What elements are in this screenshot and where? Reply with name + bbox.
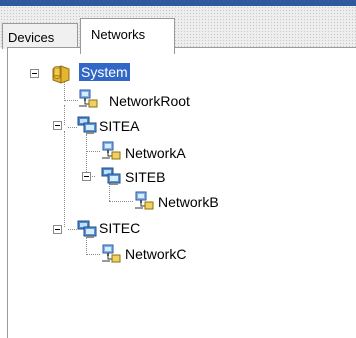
tree-connector bbox=[64, 105, 65, 125]
database-folder-icon bbox=[50, 62, 70, 84]
tree-item-sitec[interactable]: SITEC bbox=[99, 219, 140, 237]
network-icon bbox=[133, 190, 154, 210]
network-icon bbox=[100, 140, 121, 160]
tree-item-system[interactable]: System bbox=[79, 63, 130, 81]
tree-connector bbox=[86, 254, 100, 255]
tree-item-networka[interactable]: NetworkA bbox=[125, 144, 186, 162]
tree-connector bbox=[109, 201, 133, 202]
tree-connector bbox=[86, 151, 100, 152]
tree-item-siteb[interactable]: SITEB bbox=[125, 168, 165, 186]
tree-item-networkc[interactable]: NetworkC bbox=[125, 245, 186, 263]
network-icon bbox=[77, 88, 98, 108]
tree-item-sitea[interactable]: SITEA bbox=[99, 117, 139, 135]
tree-connector bbox=[86, 134, 87, 176]
site-computers-icon bbox=[100, 165, 121, 185]
expander-sitea[interactable] bbox=[53, 121, 62, 130]
network-tree: System NetworkRoot SITEA NetworkA SITEB … bbox=[0, 0, 356, 337]
expander-siteb[interactable] bbox=[82, 172, 91, 181]
tree-item-networkb[interactable]: NetworkB bbox=[158, 193, 219, 211]
tree-connector bbox=[64, 131, 65, 227]
tab-networks[interactable]: Networks bbox=[80, 18, 175, 54]
expander-sitec[interactable] bbox=[53, 225, 62, 234]
tab-networks-label: Networks bbox=[91, 27, 146, 42]
site-computers-icon bbox=[76, 114, 97, 134]
site-computers-icon bbox=[76, 218, 97, 238]
tree-item-networkroot[interactable]: NetworkRoot bbox=[109, 92, 190, 110]
tree-connector bbox=[64, 100, 78, 101]
network-icon bbox=[100, 243, 121, 263]
expander-system[interactable] bbox=[30, 69, 39, 78]
